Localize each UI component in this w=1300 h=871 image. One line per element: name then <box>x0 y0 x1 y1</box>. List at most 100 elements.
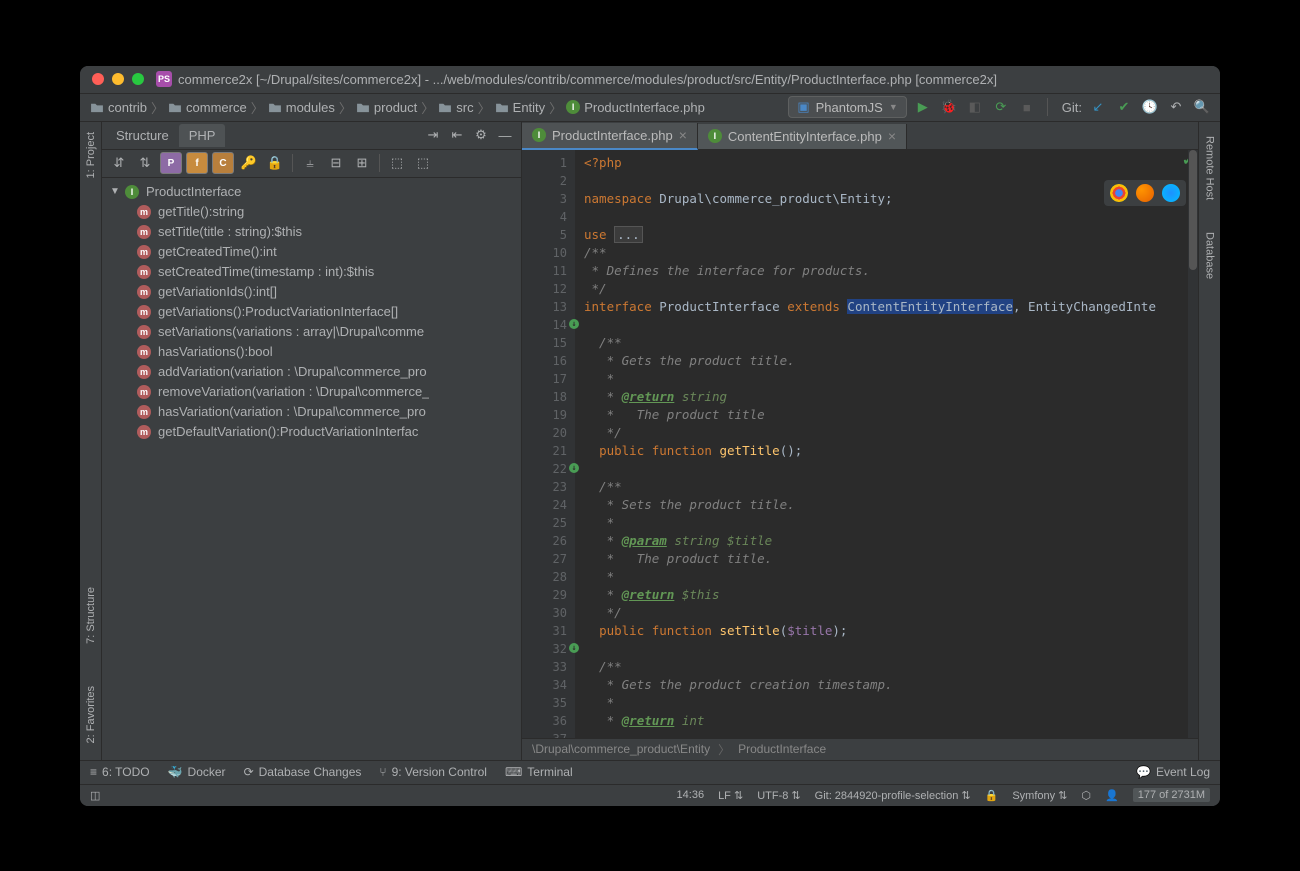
chrome-icon[interactable] <box>1110 184 1128 202</box>
tree-method[interactable]: mgetCreatedTime():int <box>102 242 521 262</box>
expand-all-icon[interactable]: ⊟ <box>325 152 347 174</box>
collapse-icon[interactable]: ⇥ <box>423 125 443 145</box>
sort-alpha-icon[interactable]: ⇵ <box>108 152 130 174</box>
encoding[interactable]: UTF-8 ⇅ <box>757 789 800 802</box>
autoscroll-to-icon[interactable]: ⬚ <box>386 152 408 174</box>
close-tab-icon[interactable]: × <box>679 128 687 142</box>
run-config-selector[interactable]: ▣ PhantomJS ▼ <box>788 96 906 118</box>
structure-tool-button[interactable]: 7: Structure <box>85 581 97 650</box>
crumb-src[interactable]: src <box>436 100 475 115</box>
tree-method[interactable]: mgetTitle():string <box>102 202 521 222</box>
hide-panel-icon[interactable]: — <box>495 125 515 145</box>
chevron-right-icon: 〉 <box>547 98 564 117</box>
git-commit-button[interactable]: ✔ <box>1114 97 1134 117</box>
autoscroll-from-icon[interactable]: ⬚ <box>412 152 434 174</box>
crumb-contrib[interactable]: contrib <box>88 100 149 115</box>
minimize-window-button[interactable] <box>112 73 124 85</box>
tab-php[interactable]: PHP <box>179 124 226 147</box>
crumb-entity[interactable]: Entity <box>493 100 548 115</box>
editor-tab-label: ContentEntityInterface.php <box>728 129 882 144</box>
tab-structure[interactable]: Structure <box>106 124 179 147</box>
cursor-position[interactable]: 14:36 <box>677 789 705 801</box>
git-update-button[interactable]: ↙ <box>1088 97 1108 117</box>
crumb-commerce[interactable]: commerce <box>166 100 249 115</box>
expand-icon[interactable]: ⇤ <box>447 125 467 145</box>
memory-indicator[interactable]: 177 of 2731M <box>1133 788 1210 802</box>
history-button[interactable]: 🕓 <box>1140 97 1160 117</box>
show-inherited-icon[interactable]: 🔑 <box>238 152 260 174</box>
run-button[interactable]: ▶ <box>913 97 933 117</box>
docker-tool-button[interactable]: 🐳Docker <box>168 765 226 779</box>
deployments-icon[interactable]: ⬡ <box>1081 789 1091 802</box>
tree-method[interactable]: mgetVariationIds():int[] <box>102 282 521 302</box>
editor-body[interactable]: 1234 5101112 131415 16171819 202122 2324… <box>522 150 1198 738</box>
safari-icon[interactable] <box>1162 184 1180 202</box>
crumb-file[interactable]: IProductInterface.php <box>564 100 707 115</box>
search-button[interactable]: 🔍 <box>1192 97 1212 117</box>
sort-visibility-icon[interactable]: ⇅ <box>134 152 156 174</box>
terminal-button[interactable]: ⌨Terminal <box>505 765 573 779</box>
collapse-all-icon[interactable]: ⊞ <box>351 152 373 174</box>
framework-label[interactable]: Symfony ⇅ <box>1012 789 1067 802</box>
todo-tool-button[interactable]: ≡6: TODO <box>90 765 150 779</box>
project-tool-button[interactable]: 1: Project <box>85 126 97 184</box>
tree-method[interactable]: mhasVariation(variation : \Drupal\commer… <box>102 402 521 422</box>
firefox-icon[interactable] <box>1136 184 1154 202</box>
tree-method[interactable]: msetCreatedTime(timestamp : int):$this <box>102 262 521 282</box>
crumb-modules[interactable]: modules <box>266 100 337 115</box>
code-content[interactable]: <?php namespace Drupal\commerce_product\… <box>576 150 1198 738</box>
show-fields-icon[interactable]: f <box>186 152 208 174</box>
navbar: contrib〉 commerce〉 modules〉 product〉 src… <box>80 94 1220 122</box>
group-icon[interactable]: ⫨ <box>299 152 321 174</box>
override-marker-icon[interactable] <box>569 643 579 653</box>
tree-method[interactable]: mhasVariations():bool <box>102 342 521 362</box>
editor-tab[interactable]: I ContentEntityInterface.php × <box>698 124 907 149</box>
show-lambda-icon[interactable]: 🔒 <box>264 152 286 174</box>
db-changes-button[interactable]: ⟳Database Changes <box>244 765 362 779</box>
tree-method[interactable]: msetVariations(variations : array|\Drupa… <box>102 322 521 342</box>
tree-method[interactable]: mgetDefaultVariation():ProductVariationI… <box>102 422 521 442</box>
method-icon: m <box>137 405 151 419</box>
coverage-button[interactable]: ◧ <box>965 97 985 117</box>
debug-button[interactable]: 🐞 <box>939 97 959 117</box>
collapse-arrow-icon[interactable]: ▼ <box>110 186 124 197</box>
settings-icon[interactable]: ⚙ <box>471 125 491 145</box>
gutter[interactable]: 1234 5101112 131415 16171819 202122 2324… <box>522 150 576 738</box>
stop-button[interactable]: ■ <box>1017 97 1037 117</box>
override-marker-icon[interactable] <box>569 319 579 329</box>
editor-tab[interactable]: I ProductInterface.php × <box>522 123 698 150</box>
crumb-product[interactable]: product <box>354 100 419 115</box>
interface-icon: I <box>566 100 580 114</box>
breadcrumb-class[interactable]: ProductInterface <box>738 742 826 756</box>
method-icon: m <box>137 225 151 239</box>
event-log-button[interactable]: 💬Event Log <box>1136 765 1210 779</box>
line-ending[interactable]: LF ⇅ <box>718 789 743 802</box>
window-controls <box>92 73 144 85</box>
tree-method[interactable]: maddVariation(variation : \Drupal\commer… <box>102 362 521 382</box>
scrollbar-thumb[interactable] <box>1189 150 1197 270</box>
tree-root[interactable]: ▼ I ProductInterface <box>102 182 521 202</box>
maximize-window-button[interactable] <box>132 73 144 85</box>
structure-tree[interactable]: ▼ I ProductInterface mgetTitle():string … <box>102 178 521 760</box>
tree-method[interactable]: mgetVariations():ProductVariationInterfa… <box>102 302 521 322</box>
remote-host-button[interactable]: Remote Host <box>1204 130 1216 206</box>
editor-scrollbar[interactable] <box>1188 150 1198 738</box>
restart-button[interactable]: ⟳ <box>991 97 1011 117</box>
version-control-button[interactable]: ⑂9: Version Control <box>379 765 487 779</box>
close-tab-icon[interactable]: × <box>888 129 896 143</box>
show-constants-icon[interactable]: C <box>212 152 234 174</box>
lock-icon[interactable]: 🔒 <box>985 789 999 802</box>
database-button[interactable]: Database <box>1204 226 1216 285</box>
tree-method[interactable]: msetTitle(title : string):$this <box>102 222 521 242</box>
revert-button[interactable]: ↶ <box>1166 97 1186 117</box>
tree-method[interactable]: mremoveVariation(variation : \Drupal\com… <box>102 382 521 402</box>
chevron-right-icon: 〉 <box>149 98 166 117</box>
git-branch[interactable]: Git: 2844920-profile-selection ⇅ <box>815 789 971 802</box>
inspector-icon[interactable]: 👤 <box>1105 789 1119 802</box>
close-window-button[interactable] <box>92 73 104 85</box>
breadcrumb-namespace[interactable]: \Drupal\commerce_product\Entity <box>532 742 710 756</box>
toolwindows-toggle-icon[interactable]: ◫ <box>90 789 100 802</box>
show-properties-icon[interactable]: P <box>160 152 182 174</box>
favorites-tool-button[interactable]: 2: Favorites <box>85 680 97 749</box>
override-marker-icon[interactable] <box>569 463 579 473</box>
